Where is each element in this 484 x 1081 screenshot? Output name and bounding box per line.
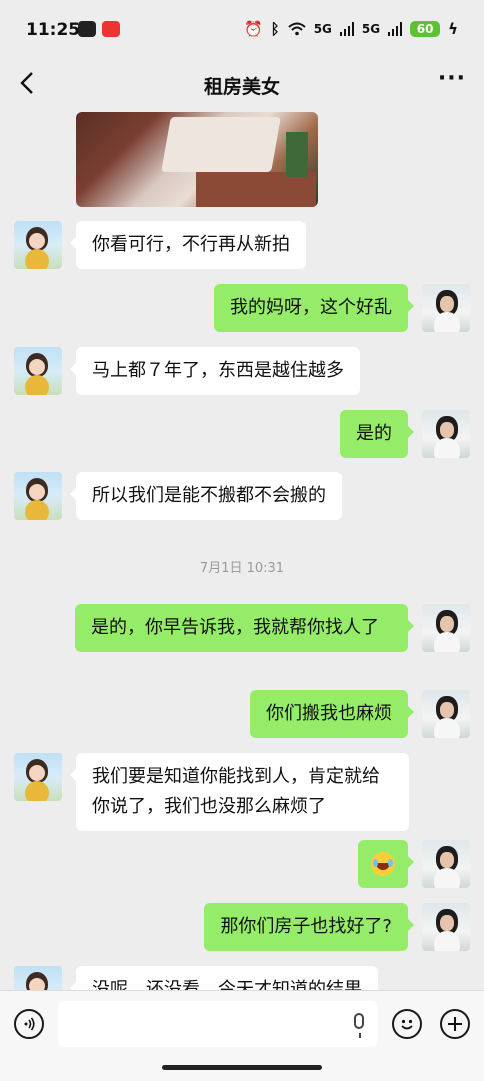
- signal-icon-2: [388, 22, 403, 36]
- wifi-icon: [288, 22, 306, 36]
- alarm-icon: ⏰: [243, 20, 263, 38]
- message-bubble[interactable]: 我们要是知道你能找到人，肯定就给你说了，我们也没那么麻烦了: [70, 753, 409, 831]
- message-bubble[interactable]: 是的: [340, 410, 414, 458]
- my-avatar[interactable]: [422, 840, 470, 888]
- charging-icon: ϟ: [448, 20, 458, 38]
- message-bubble[interactable]: 所以我们是能不搬都不会搬的: [70, 472, 342, 520]
- contact-avatar[interactable]: [14, 221, 62, 269]
- status-indicators: ⏰ ᛒ 5G 5G 60 ϟ: [244, 20, 458, 38]
- message-list[interactable]: 你看可行，不行再从新拍 我的妈呀，这个好乱 马上都７年了，东西是越住越多 是的 …: [0, 110, 484, 990]
- message-timestamp: 7月1日 10:31: [199, 561, 285, 576]
- message-bubble[interactable]: 马上都７年了，东西是越住越多: [70, 347, 360, 395]
- message-bubble[interactable]: [358, 840, 414, 888]
- contact-avatar[interactable]: [14, 753, 62, 801]
- contact-avatar[interactable]: [14, 472, 62, 520]
- chat-title: 租房美女: [203, 76, 280, 98]
- message-bubble[interactable]: 那你们房子也找好了?: [204, 903, 414, 951]
- mic-icon[interactable]: [354, 1013, 364, 1038]
- message-bubble[interactable]: 我的妈呀，这个好乱: [214, 284, 414, 332]
- bluetooth-icon: ᛒ: [270, 20, 280, 38]
- my-avatar[interactable]: [422, 410, 470, 458]
- emoji-icon[interactable]: [392, 1009, 422, 1039]
- message-bubble[interactable]: 你们搬我也麻烦: [250, 690, 414, 738]
- voice-icon[interactable]: [14, 1009, 44, 1039]
- plus-icon[interactable]: [440, 1009, 470, 1039]
- more-dots-icon[interactable]: ···: [438, 66, 466, 91]
- status-bar: 11:25 ⏰ ᛒ 5G 5G 60 ϟ: [0, 0, 484, 62]
- contact-avatar[interactable]: [14, 347, 62, 395]
- signal-5g-label: 5G: [313, 22, 332, 36]
- home-indicator[interactable]: [162, 1065, 322, 1070]
- signal-icon: [339, 22, 354, 36]
- contact-avatar[interactable]: [14, 966, 62, 990]
- app-notification-icon: [102, 21, 120, 37]
- message-bubble[interactable]: 没呢，还没看，今天才知道的结果: [70, 966, 378, 990]
- image-message[interactable]: [76, 112, 318, 207]
- my-avatar[interactable]: [422, 604, 470, 652]
- my-avatar[interactable]: [422, 284, 470, 332]
- my-avatar[interactable]: [422, 690, 470, 738]
- status-app-icons: [78, 21, 120, 37]
- app-notification-icon: [78, 21, 96, 37]
- message-bubble[interactable]: 是的，你早告诉我，我就帮你找人了: [75, 604, 414, 652]
- signal-5g-label-2: 5G: [361, 22, 381, 36]
- chat-header: 租房美女 ···: [0, 62, 484, 110]
- battery-level: 60: [410, 21, 441, 37]
- crying-laughing-emoji-icon: [371, 852, 395, 876]
- message-bubble[interactable]: 你看可行，不行再从新拍: [70, 221, 306, 269]
- my-avatar[interactable]: [422, 903, 470, 951]
- status-time: 11:25: [26, 20, 81, 40]
- photo-content: [161, 117, 281, 172]
- message-input[interactable]: [58, 1001, 378, 1047]
